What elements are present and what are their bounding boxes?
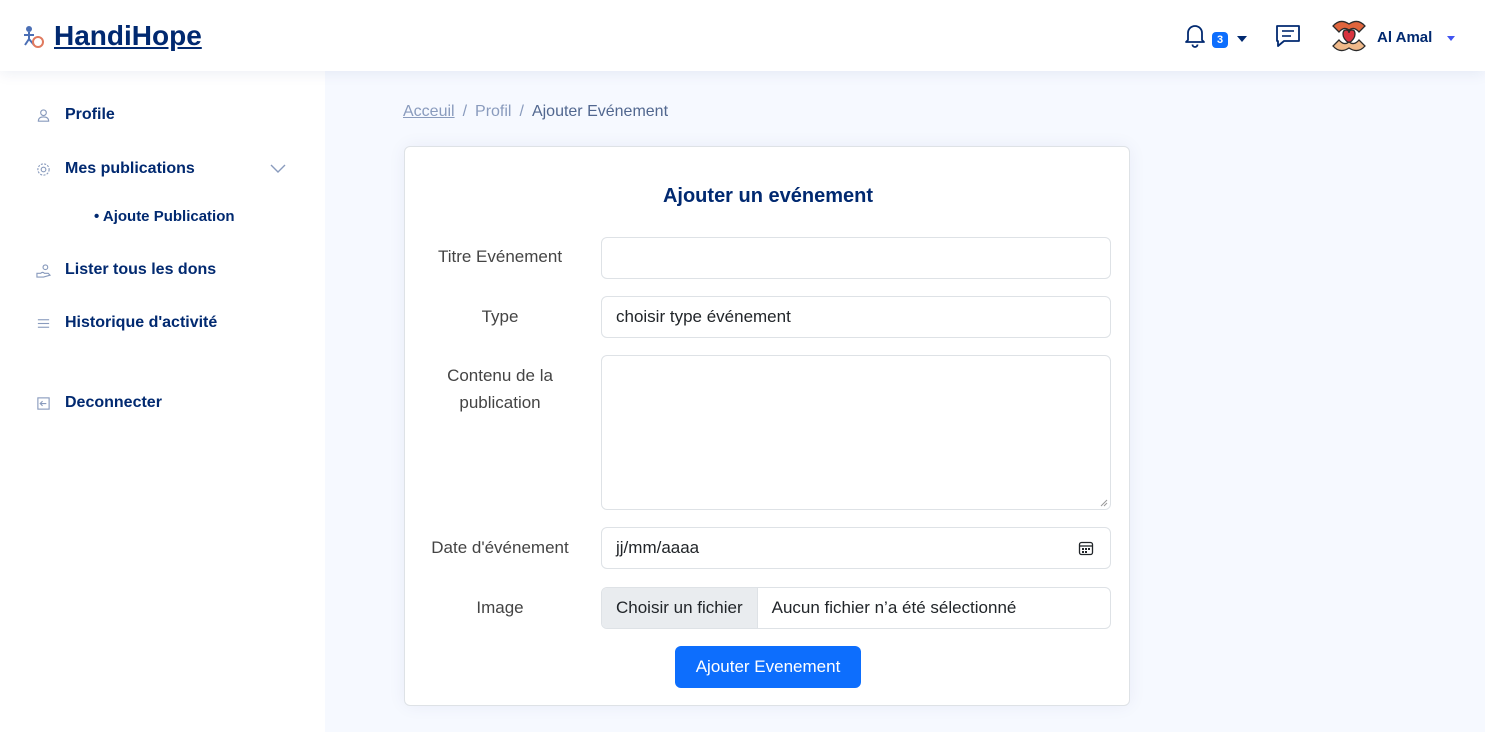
image-label: Image [476,598,524,617]
file-status-text: Aucun fichier n’a été sélectionné [771,598,1017,617]
sidebar-item-historique[interactable]: Historique d'activité [36,314,217,332]
top-header: HandiHope 3 Al Amal [0,0,1485,71]
gear-icon [37,162,50,176]
calendar-icon[interactable] [1078,540,1094,556]
titre-input[interactable] [601,237,1111,279]
person-icon [37,108,50,122]
choose-file-button[interactable]: Choisir un fichier [602,588,758,628]
breadcrumb-separator: / [462,103,468,120]
contenu-textarea[interactable] [601,355,1111,510]
submit-event-button[interactable]: Ajouter Evenement [675,646,861,688]
sidebar-item-mes-publications[interactable]: Mes publications [36,160,195,178]
image-file-input[interactable]: Choisir un fichier Aucun fichier n’a été… [601,587,1111,629]
chevron-down-icon[interactable] [1237,36,1247,42]
sidebar-item-label: Deconnecter [65,394,162,411]
sidebar-item-label: Historique d'activité [65,314,218,331]
handihope-logo-icon [24,26,44,48]
type-label: Type [481,307,519,326]
breadcrumb-current: Ajouter Evénement [531,103,669,120]
sidebar-item-deconnecter[interactable]: Deconnecter [36,394,162,412]
sidebar-subitem-ajoute-publication[interactable]: • Ajoute Publication [94,208,235,225]
titre-label: Titre Evénement [437,247,563,266]
brand-logo-link[interactable]: HandiHope [20,20,202,52]
sidebar-item-label: Profile [65,106,115,123]
date-value: jj/mm/aaaa [616,538,700,557]
chevron-down-icon[interactable] [1447,36,1455,41]
breadcrumb-profil[interactable]: Profil [475,103,511,121]
breadcrumb-separator: / [519,103,524,120]
type-select-value: choisir type événement [616,307,791,326]
logout-icon [37,396,50,410]
contenu-label: Contenu de la publication [447,366,553,412]
date-label: Date d'événement [431,538,569,557]
sidebar-item-label: Lister tous les dons [65,261,217,278]
date-input[interactable]: jj/mm/aaaa [601,527,1111,569]
sidebar-item-lister-dons[interactable]: Lister tous les dons [36,261,216,279]
resize-handle-icon[interactable] [1100,499,1108,507]
donate-icon [36,263,51,278]
chevron-down-icon[interactable] [270,164,286,174]
type-select[interactable]: choisir type événement [601,296,1111,338]
form-title: Ajouter un evénement [662,185,874,207]
user-name[interactable]: Al Amal [1377,29,1432,46]
notification-badge[interactable]: 3 [1212,32,1229,48]
list-icon [37,318,50,328]
breadcrumb: Acceuil / Profil / Ajouter Evénement [403,103,668,121]
event-form-card: Ajouter un evénement Titre Evénement Typ… [404,146,1130,706]
sidebar-item-label: Mes publications [65,160,195,177]
sidebar-item-profile[interactable]: Profile [36,106,115,124]
chat-icon[interactable] [1275,24,1301,48]
bell-icon[interactable] [1182,22,1208,48]
avatar-icon[interactable] [1330,16,1368,56]
brand-name: HandiHope [54,20,202,51]
breadcrumb-home-link[interactable]: Acceuil [403,103,455,121]
